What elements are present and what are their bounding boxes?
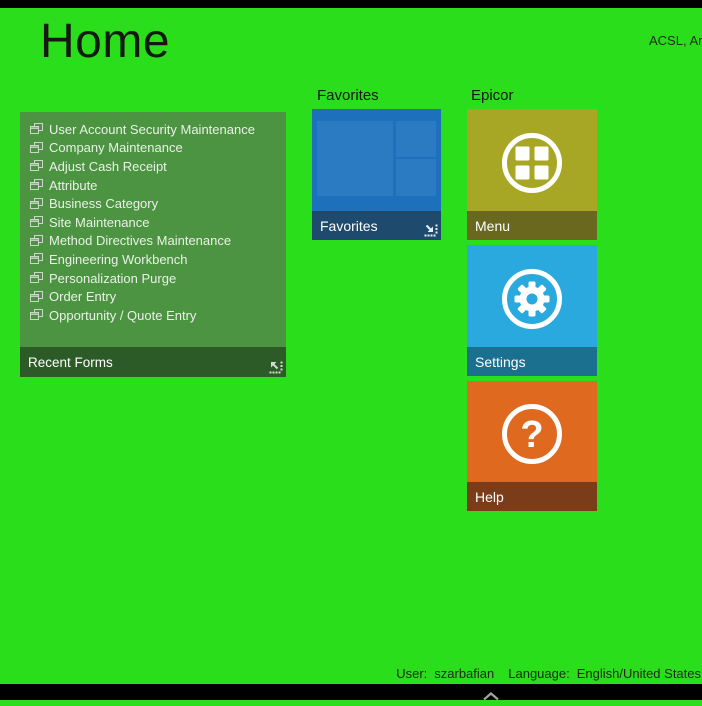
recent-form-label: Method Directives Maintenance xyxy=(49,233,232,249)
recent-form-item[interactable]: Method Directives Maintenance xyxy=(30,232,280,251)
tile-help[interactable]: ? Help xyxy=(467,381,597,511)
recent-form-label: Adjust Cash Receipt xyxy=(49,158,167,174)
form-icon xyxy=(30,290,43,302)
resize-up-left-icon xyxy=(269,361,283,374)
menu-caption: Menu xyxy=(475,217,511,234)
user-value: szarbafian xyxy=(434,666,495,681)
recent-form-item[interactable]: User Account Security Maintenance xyxy=(30,120,280,139)
gear-icon xyxy=(494,261,570,337)
recent-form-label: Site Maintenance xyxy=(49,214,150,230)
expand-up-button[interactable] xyxy=(483,688,499,706)
recent-form-item[interactable]: Personalization Purge xyxy=(30,269,280,288)
recent-form-label: Engineering Workbench xyxy=(49,251,188,267)
recent-forms-panel: User Account Security Maintenance Compan… xyxy=(20,112,286,377)
recent-form-label: Attribute xyxy=(49,177,98,193)
form-icon xyxy=(30,197,43,209)
recent-form-item[interactable]: Adjust Cash Receipt xyxy=(30,157,280,176)
form-icon xyxy=(30,253,43,265)
favorites-caption-bar: Favorites xyxy=(312,211,441,240)
page-title: Home xyxy=(40,15,171,68)
language-value: English/United States xyxy=(576,666,701,681)
recent-form-item[interactable]: Company Maintenance xyxy=(30,139,280,158)
recent-form-item[interactable]: Attribute xyxy=(30,176,280,195)
menu-grid-icon xyxy=(494,125,570,201)
favorites-preview-tile xyxy=(317,121,393,196)
recent-form-label: User Account Security Maintenance xyxy=(49,121,255,137)
language-label: Language: xyxy=(508,666,570,681)
group-header-favorites: Favorites xyxy=(317,87,379,104)
help-caption: Help xyxy=(475,488,504,505)
menu-caption-bar: Menu xyxy=(467,211,597,240)
settings-caption-bar: Settings xyxy=(467,347,597,376)
recent-forms-caption-bar: Recent Forms xyxy=(20,347,286,377)
recent-form-label: Business Category xyxy=(49,196,159,212)
top-edge-bar xyxy=(0,0,702,8)
resize-smaller-button[interactable] xyxy=(269,360,283,374)
favorites-preview-tile xyxy=(396,121,436,157)
recent-form-item[interactable]: Opportunity / Quote Entry xyxy=(30,306,280,325)
form-icon xyxy=(30,123,43,135)
recent-forms-caption: Recent Forms xyxy=(28,354,113,370)
recent-form-item[interactable]: Business Category xyxy=(30,194,280,213)
resize-larger-button[interactable] xyxy=(424,223,438,237)
recent-form-label: Company Maintenance xyxy=(49,140,183,156)
tile-settings[interactable]: Settings xyxy=(467,245,597,376)
favorites-caption: Favorites xyxy=(320,217,378,234)
recent-form-label: Personalization Purge xyxy=(49,270,177,286)
group-header-epicor: Epicor xyxy=(471,87,514,104)
form-icon xyxy=(30,179,43,191)
form-icon xyxy=(30,272,43,284)
svg-text:?: ? xyxy=(520,414,543,456)
tile-favorites[interactable]: Favorites xyxy=(312,109,441,240)
recent-forms-list: User Account Security Maintenance Compan… xyxy=(20,112,286,325)
tile-menu[interactable]: Menu xyxy=(467,109,597,240)
recent-form-item[interactable]: Site Maintenance xyxy=(30,213,280,232)
user-label: User: xyxy=(396,666,428,681)
favorites-preview-tile xyxy=(396,159,436,196)
status-bar: User: szarbafian Language: English/Unite… xyxy=(396,666,701,681)
form-icon xyxy=(30,234,43,246)
recent-form-item[interactable]: Engineering Workbench xyxy=(30,250,280,269)
resize-down-right-icon xyxy=(424,224,438,237)
recent-form-label: Opportunity / Quote Entry xyxy=(49,307,197,323)
bottom-edge-bar xyxy=(0,684,702,700)
recent-form-label: Order Entry xyxy=(49,289,117,305)
recent-form-item[interactable]: Order Entry xyxy=(30,287,280,306)
form-icon xyxy=(30,160,43,172)
form-icon xyxy=(30,141,43,153)
home-screen: { "window": { "title": "Home", "company"… xyxy=(0,0,702,701)
settings-caption: Settings xyxy=(475,353,526,370)
form-icon xyxy=(30,309,43,321)
form-icon xyxy=(30,216,43,228)
company-label: ACSL, Arg xyxy=(649,33,702,48)
help-caption-bar: Help xyxy=(467,482,597,511)
help-icon: ? xyxy=(494,396,570,472)
